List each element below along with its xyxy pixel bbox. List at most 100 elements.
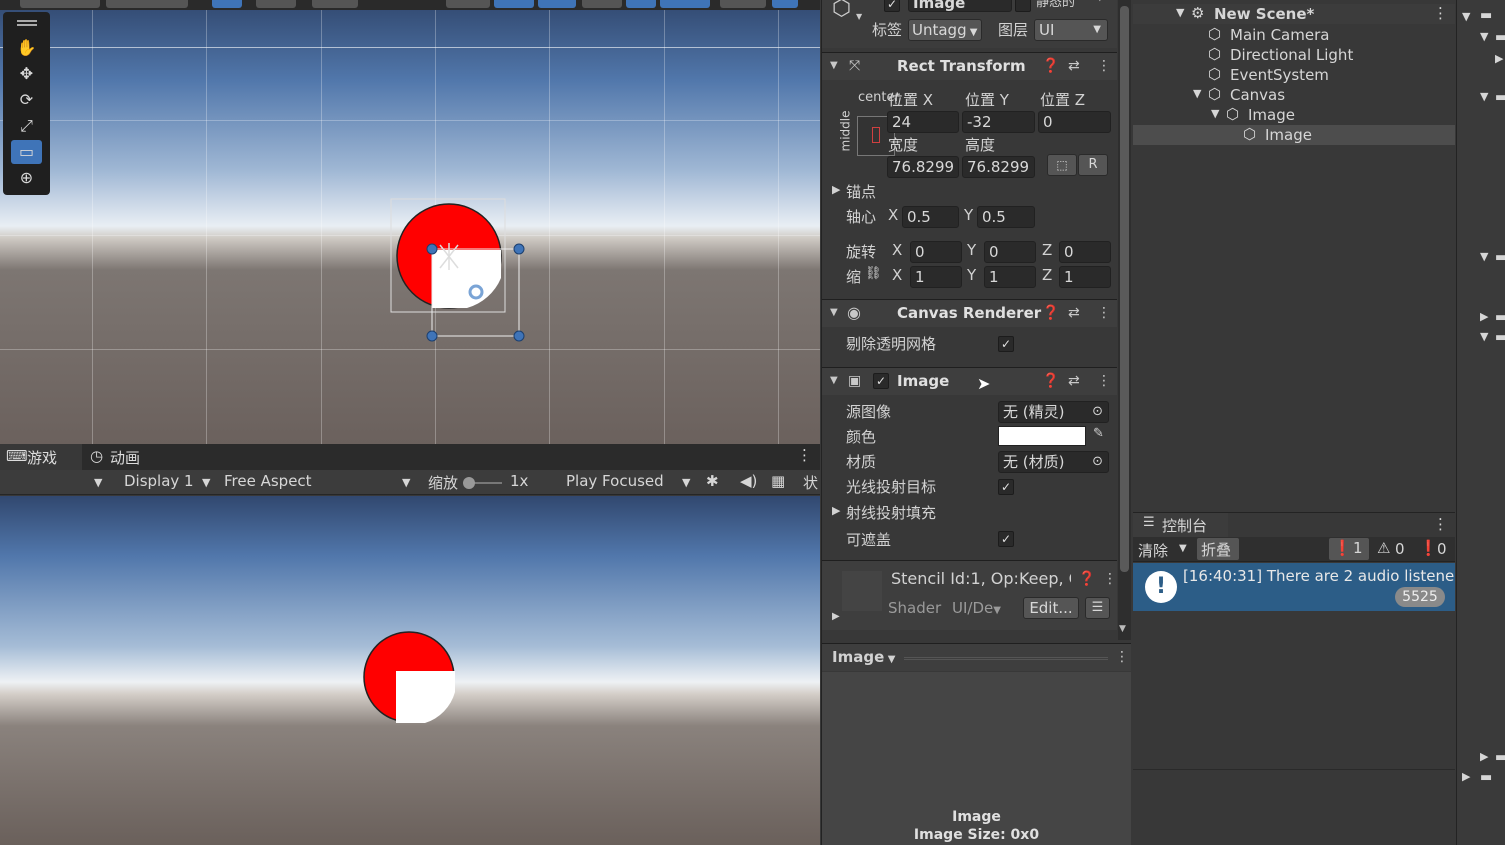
pos-x-field[interactable]: 24: [887, 111, 959, 133]
source-image-field[interactable]: 无 (精灵) ⊙: [998, 401, 1109, 423]
color-swatch[interactable]: [998, 426, 1086, 446]
raycast-target-checkbox[interactable]: ✓: [998, 479, 1014, 495]
shader-edit-button[interactable]: Edit...: [1023, 597, 1079, 619]
help-icon[interactable]: ❓: [1042, 58, 1059, 74]
collapse-button[interactable]: 折叠: [1197, 538, 1239, 560]
scale-slider-thumb[interactable]: [463, 477, 475, 489]
raw-edit-button[interactable]: R: [1078, 154, 1108, 176]
scroll-down-icon[interactable]: ▼: [1119, 624, 1126, 634]
info-filter-button[interactable]: ❗ 1: [1329, 538, 1369, 560]
aspect-dropdown[interactable]: Free Aspect ▼: [218, 470, 416, 494]
chevron-down-icon[interactable]: ▼: [1176, 6, 1184, 19]
display-dropdown[interactable]: Display 1 ▼: [114, 470, 218, 494]
console-log-entry[interactable]: ! [16:40:31] There are 2 audio listeners…: [1133, 563, 1455, 611]
play-mode-dropdown[interactable]: Play Focused ▼: [560, 470, 698, 494]
chevron-down-icon[interactable]: ▼: [1096, 0, 1104, 3]
object-name-field[interactable]: Image: [908, 0, 1012, 12]
more-icon[interactable]: ⋮: [797, 446, 812, 464]
hierarchy-item[interactable]: ⬡ Directional Light: [1208, 45, 1438, 65]
material-field[interactable]: 无 (材质) ⊙: [998, 451, 1109, 473]
active-checkbox[interactable]: ✓: [884, 0, 900, 12]
help-icon[interactable]: ❓: [1042, 305, 1059, 321]
chevron-down-icon[interactable]: ▼: [1480, 90, 1488, 103]
more-icon[interactable]: ⋮: [1097, 373, 1111, 389]
chevron-right-icon[interactable]: ▶: [1462, 770, 1470, 783]
warning-icon[interactable]: ⚠: [1377, 539, 1390, 557]
chevron-down-icon[interactable]: ▼: [1462, 10, 1470, 23]
anchors-foldout[interactable]: 锚点: [846, 181, 876, 202]
more-icon[interactable]: ⋮: [1097, 305, 1111, 321]
pos-z-field[interactable]: 0: [1038, 111, 1111, 133]
rotation-x-field[interactable]: 0: [910, 241, 962, 263]
maskable-checkbox[interactable]: ✓: [998, 531, 1014, 547]
chevron-down-icon[interactable]: ▼: [94, 476, 102, 489]
pivot-x-field[interactable]: 0.5: [902, 206, 959, 228]
error-icon[interactable]: ❗: [1419, 539, 1438, 557]
help-icon[interactable]: ❓: [1042, 373, 1059, 389]
scale-z-field[interactable]: 1: [1059, 266, 1111, 288]
help-icon[interactable]: ❓: [1078, 571, 1095, 587]
link-icon[interactable]: ⛓: [865, 266, 882, 281]
eyedropper-icon[interactable]: ✎: [1093, 426, 1104, 441]
more-icon[interactable]: ⋮: [1097, 58, 1111, 74]
scrollbar-thumb[interactable]: [1120, 6, 1129, 572]
preview-dropdown[interactable]: Image ▼: [832, 648, 895, 666]
inspector-scrollbar[interactable]: ▼: [1118, 0, 1131, 640]
chevron-down-icon[interactable]: ▼: [1480, 30, 1488, 43]
layer-dropdown[interactable]: UI ▼: [1034, 19, 1108, 41]
scale-y-field[interactable]: 1: [984, 266, 1036, 288]
pos-y-field[interactable]: -32: [962, 111, 1035, 133]
image-enabled-checkbox[interactable]: ✓: [873, 373, 889, 389]
chevron-right-icon[interactable]: ▶: [1480, 310, 1488, 323]
shader-menu-icon[interactable]: ☰: [1085, 597, 1110, 619]
chevron-down-icon[interactable]: ▼: [856, 12, 862, 21]
more-icon[interactable]: ⋮: [1433, 515, 1448, 533]
tab-game[interactable]: ⌨ 游戏: [0, 444, 82, 470]
width-field[interactable]: 76.8299: [887, 156, 959, 178]
scene-view[interactable]: ✋ ✥ ⟳ ⤢ ▭ ⊕: [0, 0, 820, 444]
hierarchy-item[interactable]: ⬡ Main Camera: [1208, 25, 1438, 45]
more-icon[interactable]: ⋮: [1103, 571, 1117, 587]
image-component-header[interactable]: ▼ ▣ ✓ Image ➤ ❓ ⇄ ⋮: [822, 367, 1117, 395]
clear-button[interactable]: 清除: [1138, 540, 1168, 561]
audio-icon[interactable]: ◀): [740, 472, 757, 490]
tab-console[interactable]: ☰ 控制台: [1133, 513, 1228, 537]
hierarchy-item[interactable]: ⬡ EventSystem: [1208, 65, 1438, 85]
more-icon[interactable]: ⋮: [1433, 4, 1448, 22]
raycast-padding-foldout[interactable]: 射线投射填充: [846, 502, 936, 523]
game-view[interactable]: [0, 496, 820, 845]
chevron-down-icon[interactable]: ▼: [1480, 250, 1488, 263]
preset-icon[interactable]: ⇄: [1068, 373, 1080, 389]
object-picker-icon[interactable]: ⊙: [1092, 402, 1103, 422]
hierarchy-item-selected[interactable]: ⬡ Image: [1133, 125, 1455, 145]
pivot-y-field[interactable]: 0.5: [977, 206, 1035, 228]
scene-row[interactable]: ▼ ⚙ New Scene* ⋮: [1133, 4, 1455, 24]
stats-button[interactable]: 状: [803, 472, 818, 493]
hierarchy-item[interactable]: ▼ ⬡ Canvas: [1193, 85, 1438, 105]
preset-icon[interactable]: ⇄: [1068, 58, 1080, 74]
chevron-right-icon[interactable]: ▶: [1480, 750, 1488, 763]
chevron-right-icon[interactable]: ▶: [832, 611, 840, 622]
chevron-down-icon[interactable]: ▼: [830, 307, 838, 318]
tab-animation[interactable]: ◷ 动画: [84, 444, 154, 470]
tag-dropdown[interactable]: Untagg ▼: [908, 19, 982, 41]
hierarchy-item[interactable]: ▼ ⬡ Image: [1211, 105, 1438, 125]
chevron-down-icon[interactable]: ▼: [830, 60, 838, 71]
canvas-renderer-header[interactable]: ▼ ◉ Canvas Renderer ❓ ⇄ ⋮: [822, 299, 1117, 327]
preset-icon[interactable]: ⇄: [1068, 305, 1080, 321]
blueprint-mode-button[interactable]: ⬚: [1047, 154, 1077, 176]
more-icon[interactable]: ⋮: [1115, 649, 1129, 665]
chevron-right-icon[interactable]: ▶: [832, 504, 840, 517]
chevron-down-icon[interactable]: ▼: [1193, 87, 1201, 100]
chevron-right-icon[interactable]: ▶: [1495, 52, 1503, 65]
rotation-y-field[interactable]: 0: [984, 241, 1036, 263]
object-picker-icon[interactable]: ⊙: [1092, 452, 1103, 472]
rect-transform-header[interactable]: ▼ ⤧ Rect Transform ❓ ⇄ ⋮: [822, 52, 1117, 80]
shader-dropdown[interactable]: UI/De▼: [952, 599, 1016, 621]
cull-transparent-checkbox[interactable]: ✓: [998, 336, 1014, 352]
chevron-right-icon[interactable]: ▶: [832, 183, 840, 196]
chevron-down-icon[interactable]: ▼: [1480, 330, 1488, 343]
chevron-down-icon[interactable]: ▼: [830, 375, 838, 386]
chevron-down-icon[interactable]: ▼: [1179, 543, 1187, 554]
rotation-z-field[interactable]: 0: [1059, 241, 1111, 263]
